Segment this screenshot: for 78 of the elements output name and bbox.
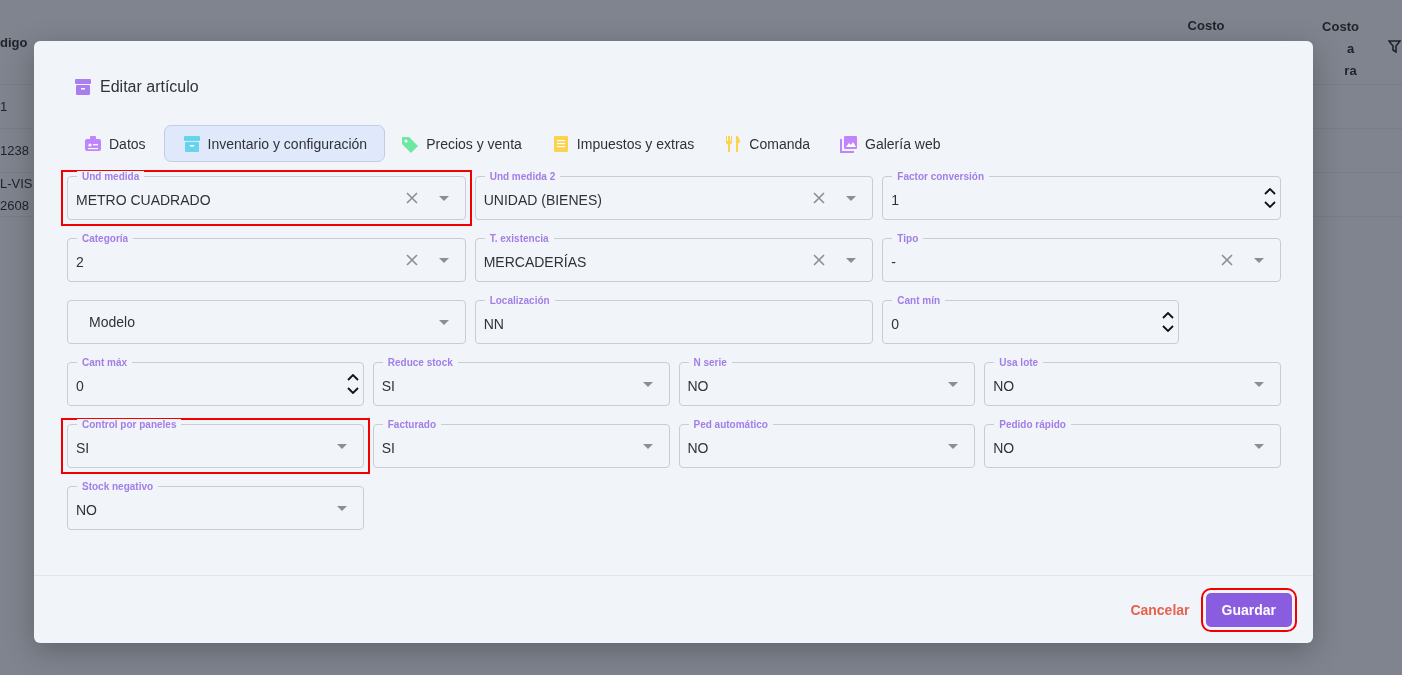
field-label: Und medida 2 — [484, 171, 561, 182]
dropdown-caret-icon[interactable] — [438, 257, 449, 263]
decrement-icon[interactable] — [346, 387, 359, 394]
column-header-text: ra — [1343, 62, 1357, 80]
field-label: Cant mín — [892, 295, 946, 306]
field-value: - — [891, 252, 897, 270]
column-header: Costo — [1187, 18, 1225, 33]
select-field[interactable]: Modelo — [67, 300, 466, 344]
field-label: Reduce stock — [382, 357, 458, 368]
field-label: Localización — [484, 295, 555, 306]
placeholder-text: Modelo — [88, 314, 136, 330]
field-value: 0 — [76, 376, 85, 394]
field-value: UNIDAD (BIENES) — [483, 190, 603, 208]
field-label: Ped automático — [688, 419, 773, 430]
dropdown-caret-icon[interactable] — [1254, 257, 1264, 263]
field-label: Usa lote — [994, 357, 1044, 368]
field-label: Categoría — [77, 233, 134, 244]
increment-icon[interactable] — [1264, 188, 1276, 195]
dialog-title: Editar artículo — [100, 78, 199, 96]
table-cell-text: 1238 — [0, 141, 30, 160]
decrement-icon[interactable] — [1264, 201, 1276, 208]
tab[interactable]: Comanda — [712, 125, 825, 162]
field-label: Stock negativo — [77, 481, 159, 492]
field-value: NO — [687, 438, 710, 456]
clear-icon[interactable] — [813, 254, 826, 266]
clear-icon[interactable] — [1221, 254, 1233, 266]
dropdown-caret-icon[interactable] — [642, 443, 653, 449]
column-header-text: a — [1345, 40, 1355, 58]
dropdown-caret-icon[interactable] — [1254, 443, 1264, 449]
archive-icon — [73, 77, 93, 97]
dropdown-caret-icon[interactable] — [336, 505, 347, 511]
field-value: NO — [687, 376, 710, 394]
field-value: 1 — [891, 190, 901, 208]
field-label: Und medida — [77, 171, 145, 182]
clear-icon[interactable] — [405, 254, 418, 266]
column-header-text: Costo — [1322, 18, 1359, 36]
field-label: Pedido rápido — [994, 419, 1071, 430]
dropdown-caret-icon[interactable] — [948, 381, 959, 387]
field-label: Control por paneles — [77, 419, 182, 430]
tab[interactable]: Impuestos y extras — [539, 125, 709, 162]
dropdown-caret-icon[interactable] — [948, 443, 959, 449]
clear-icon[interactable] — [405, 192, 418, 204]
field-label: Facturado — [382, 419, 442, 430]
increment-icon[interactable] — [1162, 312, 1175, 319]
dropdown-caret-icon[interactable] — [438, 319, 449, 325]
dropdown-caret-icon[interactable] — [846, 195, 857, 201]
field-value: METRO CUADRADO — [76, 190, 212, 208]
field-value: MERCADERÍAS — [483, 252, 588, 270]
field-label: Factor conversión — [892, 171, 990, 182]
field-label: T. existencia — [484, 233, 554, 244]
dropdown-caret-icon[interactable] — [642, 381, 653, 387]
decrement-icon[interactable] — [1162, 325, 1175, 332]
field-value: SI — [381, 376, 396, 394]
increment-icon[interactable] — [346, 374, 359, 381]
field-value: 2 — [76, 252, 85, 270]
tab[interactable]: Datos — [72, 125, 160, 162]
field-label: Tipo — [892, 233, 924, 244]
column-header: digo — [0, 34, 29, 50]
clear-icon[interactable] — [813, 192, 826, 204]
table-cell-text: L-VIS 2608 — [0, 174, 34, 215]
field-value: NO — [993, 438, 1016, 456]
tab[interactable]: Galería web — [828, 125, 955, 162]
field-value: NO — [76, 500, 98, 518]
dropdown-caret-icon[interactable] — [336, 443, 347, 449]
dropdown-caret-icon[interactable] — [846, 257, 857, 263]
table-cell-text: 1 — [0, 97, 9, 116]
field-label: N serie — [688, 357, 732, 368]
field-value: NO — [993, 376, 1016, 394]
field-value: SI — [381, 438, 396, 456]
field-value: NN — [483, 314, 505, 332]
dropdown-caret-icon[interactable] — [438, 195, 449, 201]
dropdown-caret-icon[interactable] — [1254, 381, 1264, 387]
filter-icon[interactable] — [1388, 40, 1401, 53]
field-label: Cant máx — [77, 357, 132, 368]
field-value: SI — [76, 438, 91, 456]
field-value: 0 — [891, 314, 901, 332]
tab[interactable]: Precios y venta — [389, 125, 536, 162]
tab[interactable]: Inventario y configuración — [163, 125, 386, 162]
